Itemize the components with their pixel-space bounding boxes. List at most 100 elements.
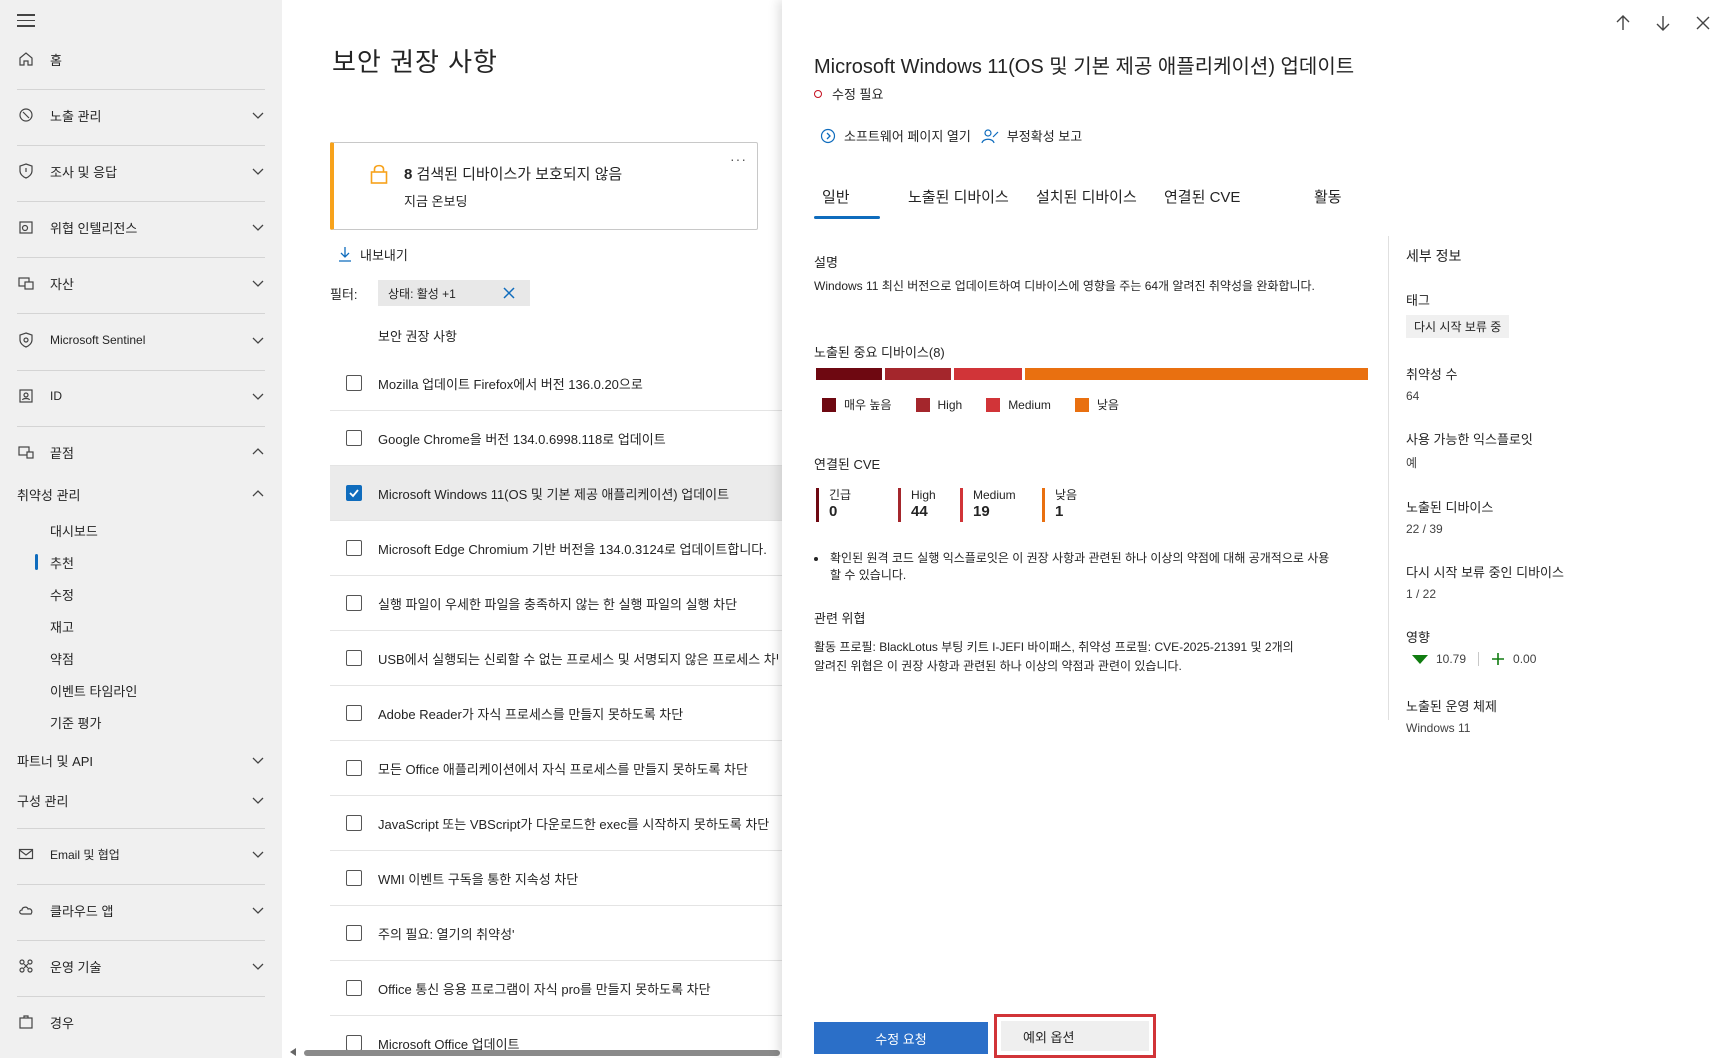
sidebar-subitem-label: 약점 [50,651,74,667]
sidebar-subitem-baseline[interactable]: 기준 평가 [0,708,282,736]
sidebar: 홈 노출 관리 조사 및 응답 위협 인텔리전스 자산 Microsoft Se… [0,0,282,1058]
table-row[interactable]: 모든 Office 애플리케이션에서 자식 프로세스를 만들지 못하도록 차단 [330,741,782,796]
horizontal-scrollbar[interactable] [290,1048,782,1056]
sidebar-item-endpoints[interactable]: 끝점 [0,436,282,468]
table-row[interactable]: 주의 필요: 열기의 취약성' [330,906,782,961]
exception-options-label: 예외 옵션 [1001,1021,1149,1051]
sidebar-item-exposure[interactable]: 노출 관리 [0,99,282,131]
row-checkbox[interactable] [346,760,362,776]
row-checkbox[interactable] [346,375,362,391]
alert-count: 8 [404,166,413,183]
sidebar-item-assets[interactable]: 자산 [0,267,282,299]
tab-connected-cves[interactable]: 연결된 CVE [1164,186,1240,207]
row-checkbox[interactable] [346,870,362,886]
table-row[interactable]: USB에서 실행되는 신뢰할 수 없는 프로세스 및 서명되지 않은 프로세스 … [330,631,782,686]
previous-item-icon[interactable] [1614,14,1632,32]
sidebar-item-config-management[interactable]: 구성 관리 [0,784,282,816]
sidebar-item-partners-api[interactable]: 파트너 및 API [0,744,282,776]
sidebar-item-vuln-management[interactable]: 취약성 관리 [0,478,282,510]
report-inaccuracy-button[interactable]: 부정확성 보고 [981,126,1082,145]
panel-actions: 소프트웨어 페이지 열기 부정확성 보고 [820,126,1082,145]
sidebar-item-label: 노출 관리 [50,108,102,124]
tab-installed-devices[interactable]: 설치된 디바이스 [1036,186,1137,207]
row-checkbox-checked[interactable] [346,485,362,501]
row-checkbox[interactable] [346,650,362,666]
row-checkbox[interactable] [346,705,362,721]
row-text: Mozilla 업데이트 Firefox에서 버전 136.0.20으로 [378,376,643,392]
page-title: 보안 권장 사항 [332,47,498,77]
request-remediation-button[interactable]: 수정 요청 [814,1022,988,1054]
sidebar-item-home[interactable]: 홈 [0,43,282,75]
sidebar-subitem-inventory[interactable]: 재고 [0,612,282,640]
table-row[interactable]: Office 통신 응용 프로그램이 자식 pro를 만들지 못하도록 차단 [330,961,782,1016]
sidebar-subitem-remediation[interactable]: 수정 [0,580,282,608]
table-row[interactable]: 실행 파일이 우세한 파일을 충족하지 않는 한 실행 파일의 실행 차단 [330,576,782,631]
exploit-bullet: 확인된 원격 코드 실행 익스플로잇은 이 권장 사항과 관련된 하나 이상의 … [814,550,1334,584]
row-checkbox[interactable] [346,980,362,996]
divider [1478,652,1480,666]
row-text: Microsoft Windows 11(OS 및 기본 제공 애플리케이션) … [378,486,730,502]
table-row[interactable]: Microsoft Edge Chromium 기반 버전을 134.0.312… [330,521,782,576]
cve-count-medium: Medium 19 [960,488,1016,522]
row-checkbox[interactable] [346,540,362,556]
row-checkbox[interactable] [346,925,362,941]
open-software-page-button[interactable]: 소프트웨어 페이지 열기 [820,126,971,145]
exposed-os-label: 노출된 운영 체제 [1406,699,1497,714]
sidebar-subitem-dashboard[interactable]: 대시보드 [0,516,282,544]
assets-icon [17,274,35,292]
onboard-now-link[interactable]: 지금 온보딩 [404,191,467,210]
sidebar-subitem-recommendations[interactable]: 추천 [0,548,282,576]
sidebar-item-identity[interactable]: ID [0,380,282,412]
sidebar-item-label: Email 및 협업 [50,847,120,862]
status-dot-icon [814,89,822,98]
legend-swatch [915,397,930,412]
sidebar-item-email[interactable]: Email 및 협업 [0,838,282,870]
tab-general[interactable]: 일반 [814,186,879,219]
close-icon[interactable] [1694,14,1712,32]
sidebar-item-sentinel[interactable]: Microsoft Sentinel [0,324,282,356]
sidebar-item-ot[interactable]: 운영 기술 [0,950,282,982]
clear-filter-icon[interactable] [502,286,516,300]
sidebar-subitem-weaknesses[interactable]: 약점 [0,644,282,672]
details-pane: 세부 정보 태그 다시 시작 보류 중 취약성 수 64 사용 가능한 익스플로… [1406,246,1706,761]
table-row[interactable]: Adobe Reader가 자식 프로세스를 만들지 못하도록 차단 [330,686,782,741]
export-button[interactable]: 내보내기 [338,244,408,264]
scroll-left-icon[interactable] [290,1048,296,1056]
row-checkbox[interactable] [346,815,362,831]
onboarding-alert-card[interactable]: 8 검색된 디바이스가 보호되지 않음 지금 온보딩 ··· [330,142,758,230]
column-header-recommendation[interactable]: 보안 권장 사항 [378,326,457,345]
exposed-os-value: Windows 11 [1406,721,1471,735]
hamburger-menu-icon[interactable] [17,14,35,28]
related-threats-heading: 관련 위협 [814,611,866,626]
row-checkbox[interactable] [346,430,362,446]
sidebar-item-cases[interactable]: 경우 [0,1006,282,1038]
next-item-icon[interactable] [1654,14,1672,32]
table-row[interactable]: Mozilla 업데이트 Firefox에서 버전 136.0.20으로 [330,356,782,411]
sidebar-item-label: 홈 [50,52,62,68]
more-options-icon[interactable]: ··· [730,151,747,167]
divider [17,940,265,941]
exploit-available-label: 사용 가능한 익스플로잇 [1406,432,1533,447]
restart-pending-value: 1 / 22 [1406,587,1437,601]
exception-options-button[interactable]: 예외 옵션 [994,1014,1156,1058]
exposed-devices-label: 노출된 디바이스 [1406,500,1494,515]
cve-count-high: High 44 [898,488,936,522]
sidebar-item-threat-intel[interactable]: 위협 인텔리전스 [0,211,282,243]
active-indicator [35,554,38,570]
cve-count-label: Medium [973,488,1016,502]
table-row[interactable]: WMI 이벤트 구독을 통한 지속성 차단 [330,851,782,906]
table-row-selected[interactable]: Microsoft Windows 11(OS 및 기본 제공 애플리케이션) … [330,466,782,521]
sidebar-item-cloud-apps[interactable]: 클라우드 앱 [0,894,282,926]
cve-count-low: 낮음 1 [1042,488,1077,522]
scrollbar-thumb[interactable] [304,1050,780,1056]
triangle-down-icon [1412,654,1428,664]
row-checkbox[interactable] [346,595,362,611]
sidebar-item-investigation[interactable]: 조사 및 응답 [0,155,282,187]
filter-chip[interactable]: 상태: 활성 +1 [378,280,530,306]
table-row[interactable]: JavaScript 또는 VBScript가 다운로드한 exec를 시작하지… [330,796,782,851]
sidebar-subitem-event-timeline[interactable]: 이벤트 타임라인 [0,676,282,704]
sidebar-item-label: 조사 및 응답 [50,164,118,180]
tab-activity[interactable]: 활동 [1314,186,1342,207]
tab-exposed-devices[interactable]: 노출된 디바이스 [908,186,1009,207]
table-row[interactable]: Google Chrome을 버전 134.0.6998.118로 업데이트 [330,411,782,466]
